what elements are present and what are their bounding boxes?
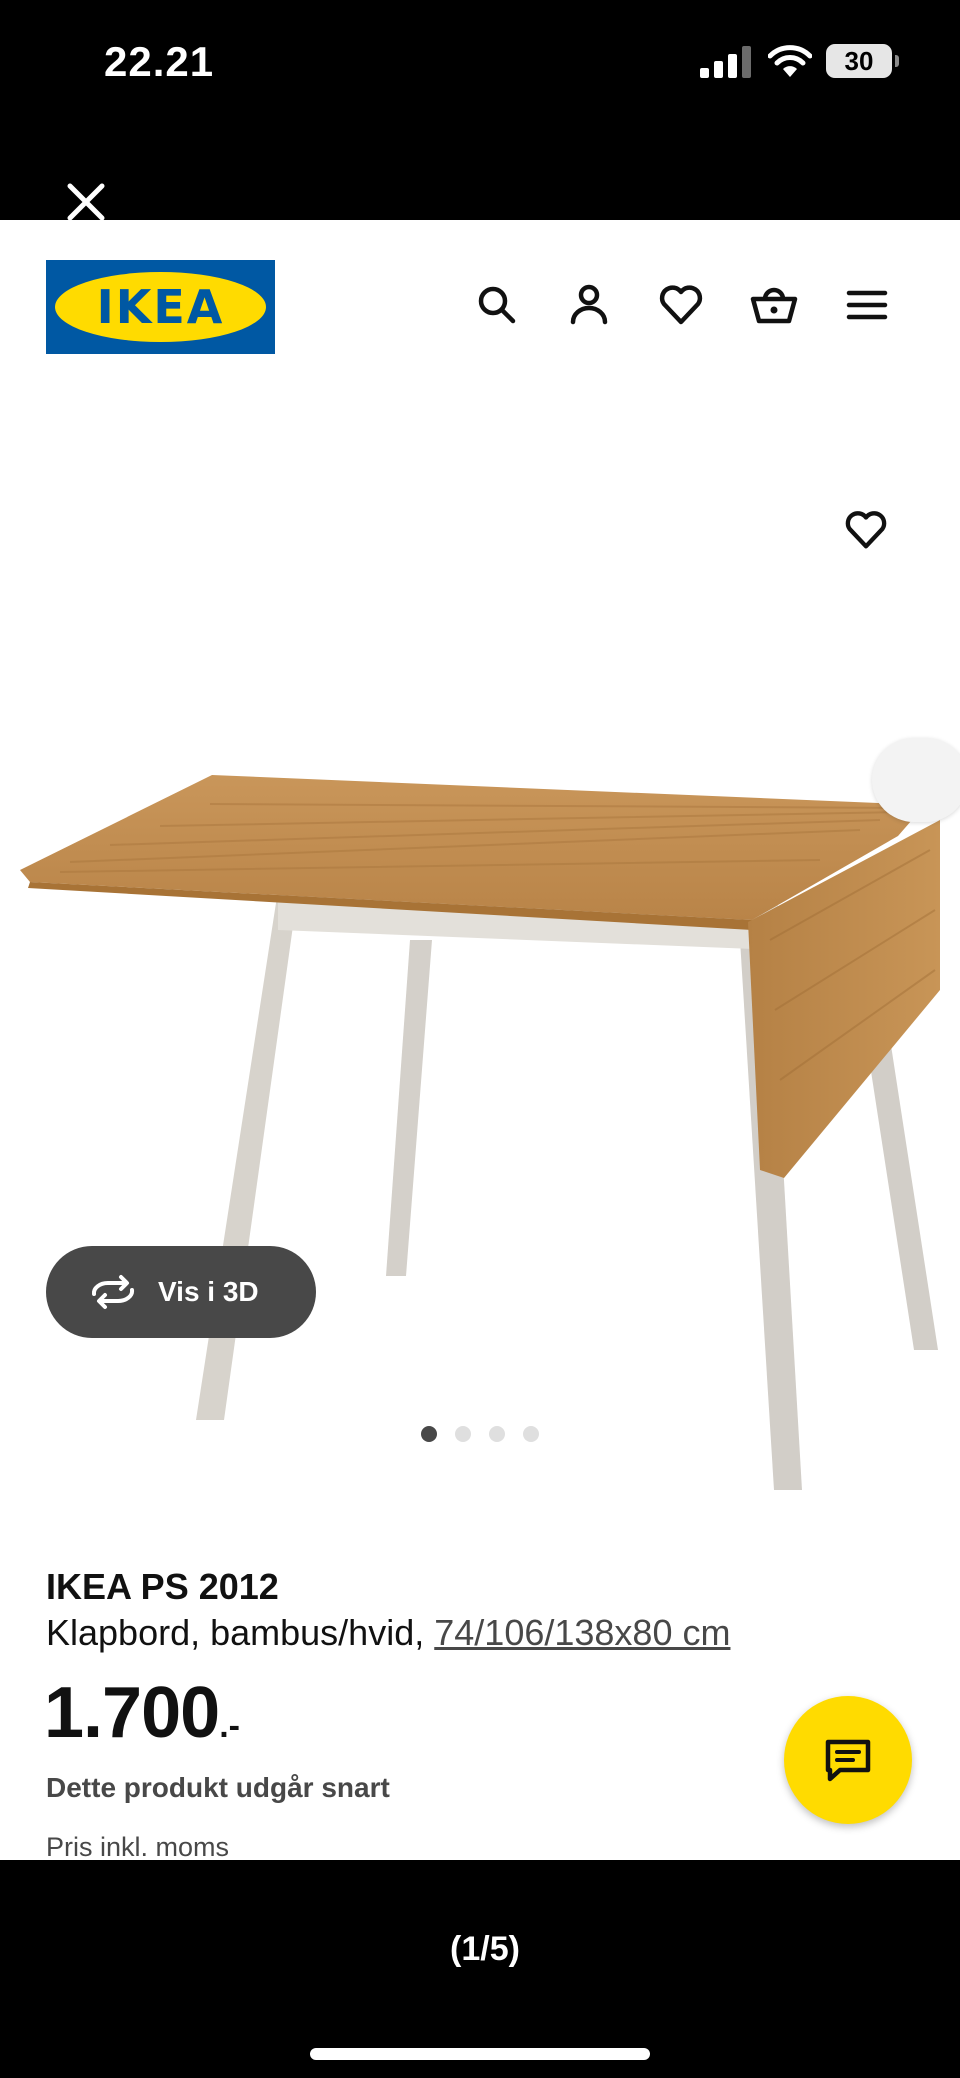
account-icon[interactable] — [564, 280, 614, 330]
carousel-dots — [0, 1426, 960, 1446]
image-counter: (1/5) — [450, 1930, 520, 1968]
basket-icon[interactable] — [749, 280, 799, 330]
vat-note: Pris inkl. moms — [46, 1832, 230, 1860]
ikea-logo[interactable]: IKEA — [46, 260, 275, 354]
price-integer: 1.700 — [44, 1673, 220, 1753]
product-name: IKEA PS 2012 — [46, 1566, 279, 1607]
heart-icon[interactable] — [656, 280, 706, 330]
hamburger-menu-icon[interactable] — [842, 280, 892, 330]
carousel-dot[interactable] — [421, 1426, 437, 1442]
carousel-dot[interactable] — [455, 1426, 471, 1442]
rotate-icon — [91, 1275, 135, 1309]
close-icon[interactable] — [62, 178, 110, 226]
product-page: IKEA Vis i 3D IKEA PS 2012 Klapbord, bam… — [0, 220, 960, 1860]
search-icon[interactable] — [472, 280, 522, 330]
status-bar: 22.21 30 — [0, 0, 960, 221]
chat-icon — [825, 1739, 871, 1782]
view-in-3d-button[interactable]: Vis i 3D — [46, 1246, 316, 1338]
product-dimensions-link[interactable]: 74/106/138x80 cm — [434, 1612, 730, 1653]
discontinued-notice: Dette produkt udgår snart — [46, 1772, 390, 1803]
product-description-text: Klapbord, bambus/hvid, — [46, 1612, 425, 1653]
favourite-product-icon[interactable] — [842, 506, 890, 554]
status-time: 22.21 — [104, 38, 215, 85]
price-suffix: .- — [219, 1707, 240, 1745]
viewer-bottom-bar: (1/5) — [0, 1860, 960, 2078]
battery-indicator: 30 — [826, 44, 892, 78]
side-thumbnail[interactable] — [872, 738, 960, 822]
wifi-icon — [768, 45, 812, 77]
logo-text: IKEA — [96, 280, 225, 334]
view-in-3d-label: Vis i 3D — [158, 1276, 259, 1307]
home-indicator[interactable] — [310, 2048, 650, 2060]
battery-cap — [895, 55, 899, 67]
carousel-dot[interactable] — [489, 1426, 505, 1442]
product-price: 1.700.- — [44, 1672, 240, 1754]
chat-button[interactable] — [784, 1696, 912, 1824]
product-description: Klapbord, bambus/hvid, 74/106/138x80 cm — [46, 1612, 730, 1654]
carousel-dot[interactable] — [523, 1426, 539, 1442]
cellular-signal-icon — [700, 46, 751, 78]
